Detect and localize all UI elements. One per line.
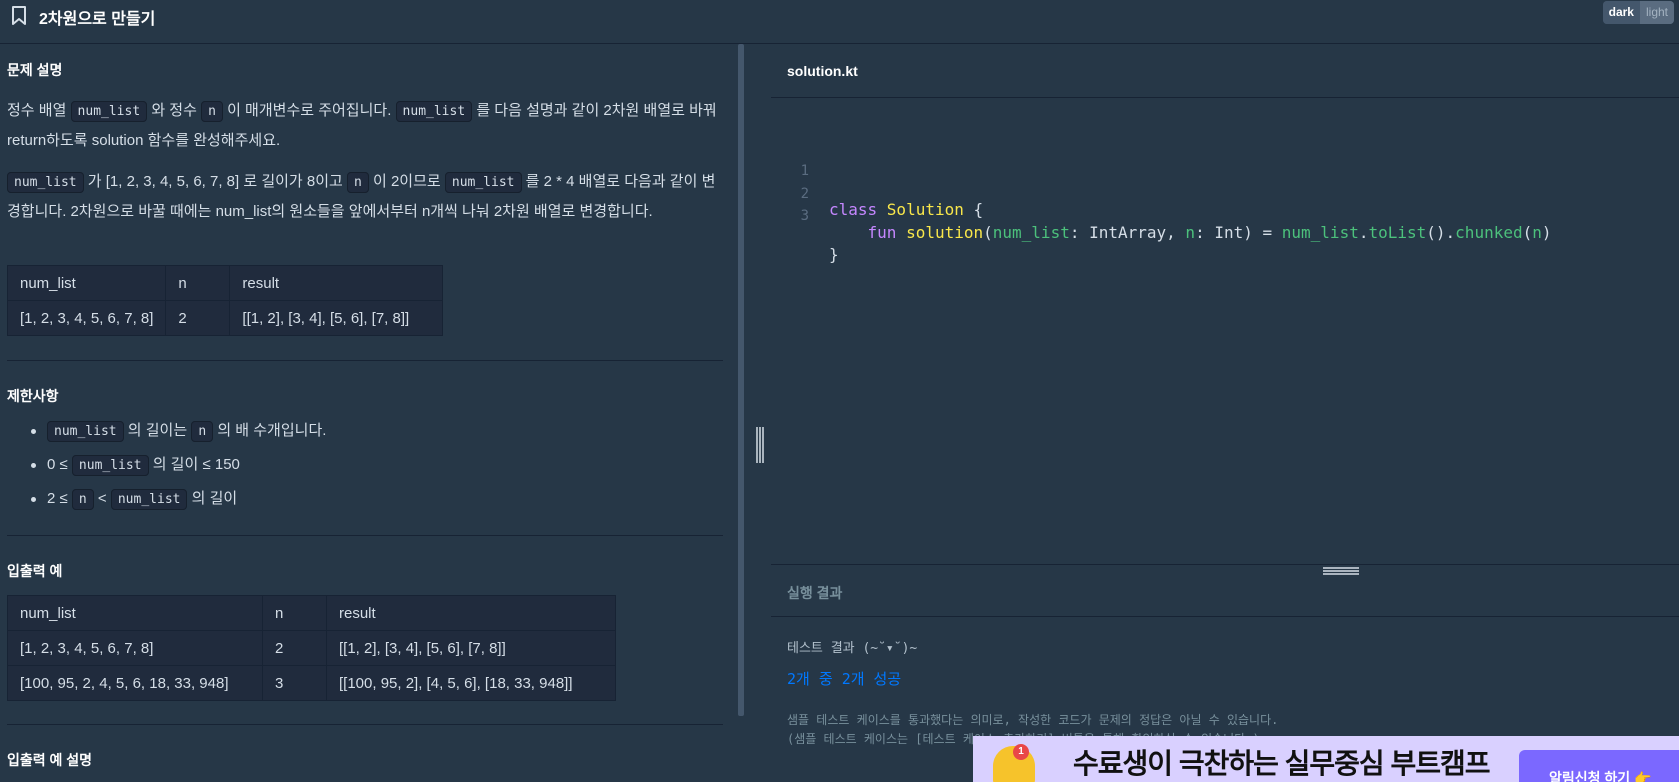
theme-dark-option[interactable]: dark	[1602, 1, 1640, 24]
code-line: 1 class Solution {	[771, 162, 1679, 219]
table-header: num_list	[7, 595, 263, 631]
constraints-list: num_list 의 길이는 n 의 배 수개입니다. 0 ≤ num_list…	[7, 414, 723, 516]
table-cell: 2	[165, 300, 231, 336]
file-tab[interactable]: solution.kt	[771, 44, 1679, 98]
horizontal-resize-handle-icon[interactable]	[1323, 566, 1359, 576]
inline-code: n	[347, 172, 369, 193]
table-row: [1, 2, 3, 4, 5, 6, 7, 8] 2 [[1, 2], [3, …	[7, 630, 616, 666]
table-cell: 2	[262, 630, 327, 666]
table-cell: [100, 95, 2, 4, 5, 6, 18, 33, 948]	[7, 665, 263, 701]
code-line: 3 }	[771, 207, 1679, 264]
theme-toggle[interactable]: dark light	[1602, 1, 1674, 24]
bookmark-icon[interactable]	[11, 6, 27, 26]
code-text: }	[829, 245, 839, 264]
inline-code: num_list	[70, 101, 148, 122]
vertical-resize-handle-icon[interactable]	[755, 427, 765, 463]
top-bar: 2차원으로 만들기 dark light	[0, 0, 1679, 44]
divider	[7, 535, 723, 536]
notify-signup-button[interactable]: 알림신청 하기 👉	[1519, 750, 1679, 782]
table-header-row: num_list n result	[6, 265, 444, 301]
notification-badge: 1	[1013, 744, 1029, 760]
table-row: [100, 95, 2, 4, 5, 6, 18, 33, 948] 3 [[1…	[7, 665, 616, 701]
table-cell: [[1, 2], [3, 4], [5, 6], [7, 8]]	[229, 300, 444, 336]
editor-panel: solution.kt 1 class Solution { 2 fun sol…	[771, 44, 1679, 782]
inline-code: n	[191, 421, 214, 442]
inline-code: n	[201, 101, 223, 122]
problem-panel: 문제 설명 정수 배열 num_list 와 정수 n 이 매개변수로 주어집니…	[0, 44, 740, 782]
file-name: solution.kt	[787, 63, 858, 79]
table-cell: [[1, 2], [3, 4], [5, 6], [7, 8]]	[326, 630, 616, 666]
inline-code: num_list	[7, 172, 84, 193]
line-number: 2	[800, 186, 809, 202]
table-header: result	[229, 265, 444, 301]
result-title: 실행 결과	[787, 585, 843, 601]
page-title: 2차원으로 만들기	[39, 11, 156, 28]
code-line: 2 fun solution(num_list: IntArray, n: In…	[771, 185, 1679, 242]
test-result-summary: 2개 중 2개 성공	[787, 670, 902, 688]
inline-code: num_list	[110, 489, 188, 510]
io-example-table: num_list n result [1, 2, 3, 4, 5, 6, 7, …	[7, 595, 616, 701]
inline-code: num_list	[444, 172, 522, 193]
result-header: 실행 결과	[771, 566, 1679, 617]
table-header-row: num_list n result	[7, 595, 616, 631]
line-number: 1	[800, 163, 809, 179]
divider	[7, 360, 723, 361]
example-table: num_list n result [1, 2, 3, 4, 5, 6, 7, …	[6, 265, 444, 336]
table-header: num_list	[6, 265, 167, 301]
table-cell: [1, 2, 3, 4, 5, 6, 7, 8]	[7, 630, 263, 666]
table-row: [1, 2, 3, 4, 5, 6, 7, 8] 2 [[1, 2], [3, …	[6, 300, 444, 336]
io-example-title: 입출력 예	[7, 563, 63, 579]
table-cell: 3	[262, 665, 327, 701]
result-output: 테스트 결과 (~˘▾˘)~ 2개 중 2개 성공 샘플 테스트 케이스를 통과…	[787, 637, 1278, 749]
table-cell: [1, 2, 3, 4, 5, 6, 7, 8]	[6, 300, 167, 336]
left-panel-scrollbar[interactable]	[738, 44, 744, 716]
promo-banner[interactable]: 1 수료생이 극찬하는 실무중심 부트캠프 알림신청 하기 👉	[973, 736, 1679, 782]
theme-light-option[interactable]: light	[1639, 1, 1674, 24]
divider	[7, 724, 723, 725]
table-header: n	[262, 595, 327, 631]
inline-code: n	[71, 489, 94, 510]
line-number: 3	[800, 208, 809, 224]
inline-code: num_list	[395, 101, 473, 122]
constraints-title: 제한사항	[7, 388, 59, 404]
description-paragraph-2: num_list 가 [1, 2, 3, 4, 5, 6, 7, 8] 로 길이…	[7, 172, 716, 220]
table-cell: [[100, 95, 2], [4, 5, 6], [18, 33, 948]]	[326, 665, 616, 701]
list-item: 0 ≤ num_list 의 길이 ≤ 150	[7, 448, 723, 482]
description-paragraph-1: 정수 배열 num_list 와 정수 n 이 매개변수로 주어집니다. num…	[7, 101, 717, 149]
banner-text: 수료생이 극찬하는 실무중심 부트캠프	[1073, 748, 1490, 779]
divider	[771, 564, 1679, 565]
inline-code: num_list	[47, 421, 124, 442]
table-header: result	[326, 595, 616, 631]
list-item: num_list 의 길이는 n 의 배 수개입니다.	[7, 414, 723, 448]
list-item: 2 ≤ n < num_list 의 길이	[7, 482, 723, 516]
test-result-heading: 테스트 결과 (~˘▾˘)~	[787, 641, 918, 656]
code-token: }	[829, 245, 839, 264]
table-header: n	[165, 265, 231, 301]
inline-code: num_list	[71, 455, 149, 476]
code-editor[interactable]: 1 class Solution { 2 fun solution(num_li…	[771, 99, 1679, 564]
io-explanation-title: 입출력 예 설명	[7, 752, 93, 768]
description-title: 문제 설명	[7, 62, 63, 78]
